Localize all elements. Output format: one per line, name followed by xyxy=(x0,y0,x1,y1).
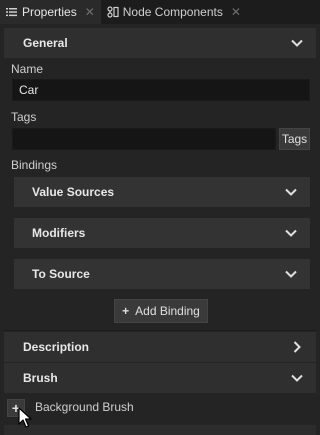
chevron-down-icon xyxy=(291,39,303,47)
name-field[interactable]: Car xyxy=(12,79,310,101)
bindings-label: Bindings xyxy=(11,158,58,172)
list-icon xyxy=(6,7,18,17)
to-source-title: To Source xyxy=(32,267,90,281)
chevron-down-icon xyxy=(285,270,297,278)
description-section-header[interactable]: Description xyxy=(4,332,316,362)
background-brush-label: Background Brush xyxy=(35,400,134,414)
brush-section-header[interactable]: Brush xyxy=(4,363,316,393)
modifiers-title: Modifiers xyxy=(32,226,86,240)
general-section-header[interactable]: General xyxy=(4,28,316,58)
tab-node-components[interactable]: Node Components ✕ xyxy=(101,0,247,24)
tags-label: Tags xyxy=(11,110,37,124)
general-title: General xyxy=(23,36,68,50)
chevron-right-icon xyxy=(293,341,301,353)
node-components-icon xyxy=(107,6,119,18)
bottom-section xyxy=(4,425,316,435)
modifiers-header[interactable]: Modifiers xyxy=(14,218,310,248)
chevron-down-icon xyxy=(285,229,297,237)
chevron-down-icon xyxy=(291,374,303,382)
description-title: Description xyxy=(23,340,90,354)
value-sources-header[interactable]: Value Sources xyxy=(14,177,310,207)
value-sources-title: Value Sources xyxy=(32,185,115,199)
tab-bar: Properties ✕ Node Components ✕ xyxy=(0,0,320,24)
chevron-down-icon xyxy=(285,188,297,196)
close-icon[interactable]: ✕ xyxy=(231,5,241,19)
brush-title: Brush xyxy=(23,371,58,385)
plus-icon: + xyxy=(122,304,130,318)
divider xyxy=(4,330,316,331)
name-label: Name xyxy=(11,62,44,76)
name-value: Car xyxy=(19,83,39,97)
tags-button[interactable]: Tags xyxy=(279,128,310,150)
add-binding-button[interactable]: + Add Binding xyxy=(114,299,208,323)
tab-properties[interactable]: Properties ✕ xyxy=(0,0,101,24)
tab-node-components-label: Node Components xyxy=(122,5,223,19)
tab-properties-label: Properties xyxy=(22,5,77,19)
mouse-cursor-icon xyxy=(18,407,32,428)
add-binding-label: Add Binding xyxy=(135,304,200,318)
close-icon[interactable]: ✕ xyxy=(85,5,95,19)
tags-input[interactable] xyxy=(12,128,276,150)
to-source-header[interactable]: To Source xyxy=(14,259,310,289)
